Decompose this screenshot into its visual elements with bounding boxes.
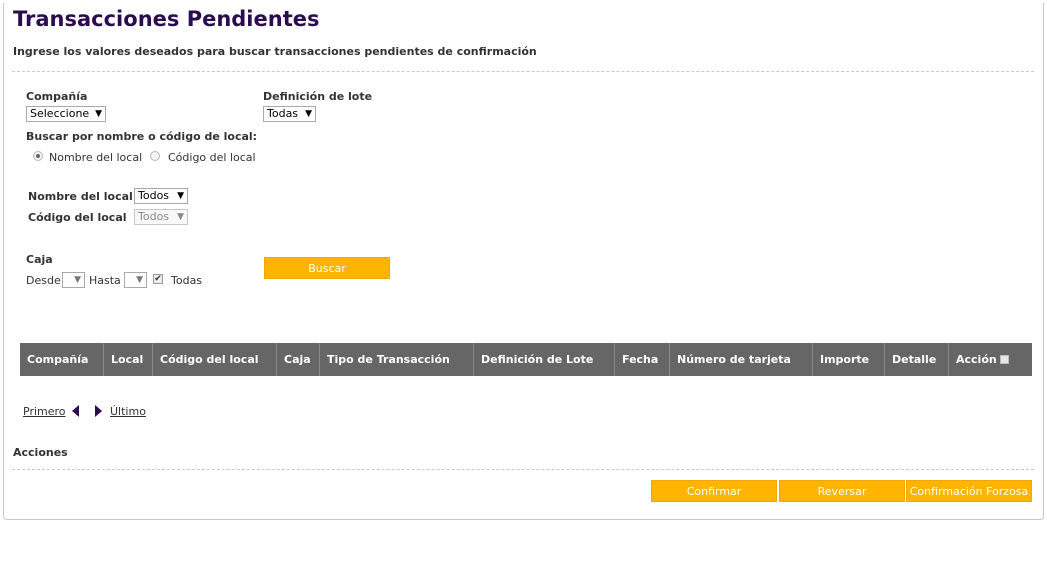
page-subtitle: Ingrese los valores deseados para buscar…: [13, 45, 537, 58]
register-from-select[interactable]: ▼: [62, 272, 85, 288]
column-header-transaction-type[interactable]: Tipo de Transacción: [320, 343, 474, 376]
store-code-select: Todos ▼: [134, 209, 188, 225]
register-to-select[interactable]: ▼: [124, 272, 147, 288]
chevron-down-icon: ▼: [177, 191, 184, 201]
all-registers-label: Todas: [171, 274, 203, 287]
store-name-label: Nombre del local: [28, 190, 133, 203]
search-by-label: Buscar por nombre o código de local:: [26, 130, 258, 143]
page-title: Transacciones Pendientes: [13, 7, 320, 31]
search-button[interactable]: Buscar: [264, 257, 390, 279]
chevron-down-icon: ▼: [177, 212, 184, 222]
main-panel: [3, 3, 1044, 520]
next-page-icon[interactable]: [95, 405, 102, 417]
actions-title: Acciones: [13, 446, 68, 459]
all-registers-checkbox[interactable]: ✔: [153, 274, 163, 284]
to-label: Hasta: [89, 274, 121, 287]
column-header-batch-definition[interactable]: Definición de Lote: [474, 343, 615, 376]
results-table-header: Compañía Local Código del local Caja Tip…: [20, 343, 1032, 376]
store-code-label: Código del local: [28, 211, 127, 224]
pager-last-link[interactable]: Último: [110, 405, 146, 418]
column-header-register[interactable]: Caja: [277, 343, 320, 376]
batch-definition-value: Todas: [267, 107, 299, 120]
company-select-value: Seleccione: [30, 107, 90, 120]
company-label: Compañía: [26, 90, 88, 103]
column-header-amount[interactable]: Importe: [813, 343, 885, 376]
pager-first-link[interactable]: Primero: [23, 405, 66, 418]
column-header-action: Acción: [949, 343, 1032, 376]
column-header-card-number[interactable]: Número de tarjeta: [670, 343, 813, 376]
column-header-store[interactable]: Local: [104, 343, 153, 376]
store-name-value: Todos: [138, 189, 170, 202]
chevron-down-icon: ▼: [136, 275, 143, 285]
store-name-select[interactable]: Todos ▼: [134, 188, 188, 204]
previous-page-icon[interactable]: [72, 405, 79, 417]
radio-store-code-label: Código del local: [168, 151, 256, 164]
chevron-down-icon: ▼: [95, 109, 102, 119]
select-all-checkbox[interactable]: [999, 355, 1009, 364]
chevron-down-icon: ▼: [305, 109, 312, 119]
radio-store-name-label: Nombre del local: [49, 151, 143, 164]
column-header-detail[interactable]: Detalle: [885, 343, 949, 376]
radio-store-code[interactable]: [150, 151, 160, 161]
force-confirm-button[interactable]: Confirmación Forzosa: [906, 480, 1032, 502]
register-label: Caja: [26, 253, 53, 266]
actions-divider: [12, 469, 1034, 470]
store-code-value: Todos: [138, 210, 170, 223]
column-header-action-label: Acción: [956, 353, 997, 366]
batch-definition-select[interactable]: Todas ▼: [263, 106, 316, 122]
reverse-button[interactable]: Reversar: [779, 480, 905, 502]
from-label: Desde: [26, 274, 61, 287]
column-header-date[interactable]: Fecha: [615, 343, 670, 376]
company-select[interactable]: Seleccione ▼: [26, 106, 106, 122]
column-header-store-code[interactable]: Código del local: [153, 343, 277, 376]
confirm-button[interactable]: Confirmar: [651, 480, 777, 502]
column-header-company[interactable]: Compañía: [20, 343, 104, 376]
chevron-down-icon: ▼: [74, 275, 81, 285]
batch-definition-label: Definición de lote: [263, 90, 373, 103]
header-divider: [12, 71, 1034, 72]
radio-store-name[interactable]: [33, 151, 43, 161]
